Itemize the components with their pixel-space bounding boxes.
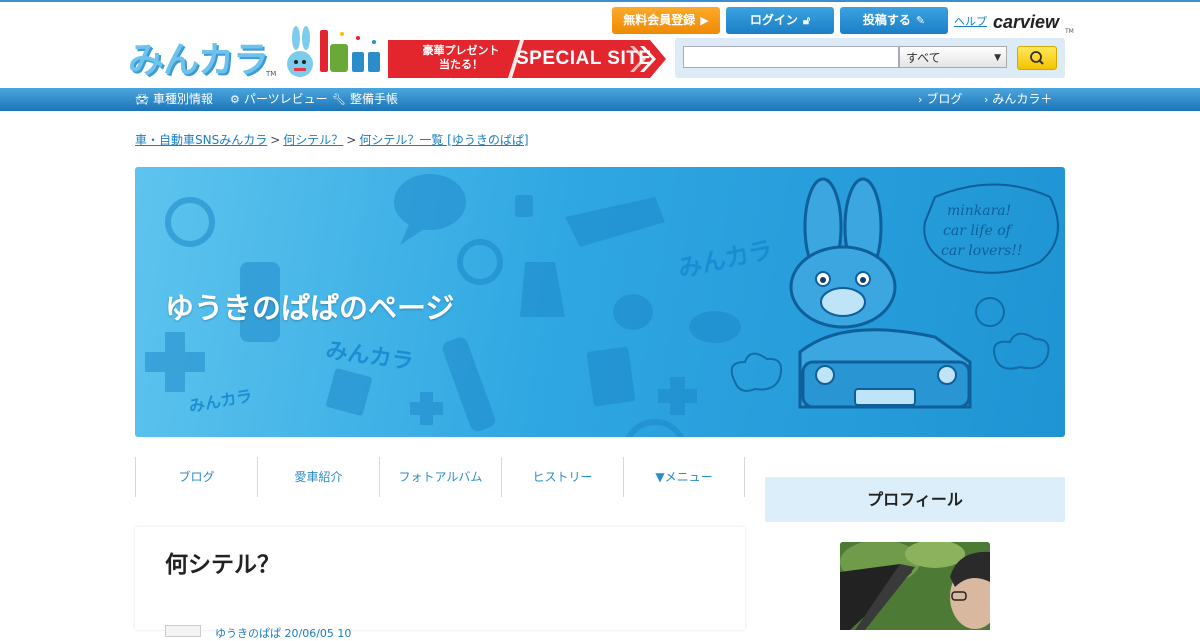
login-button[interactable]: ログイン 🔓︎ [726, 7, 834, 34]
nav-minkara-plus[interactable]: › みんカラ＋ [984, 88, 1052, 111]
article-meta[interactable]: ゆうきのぱぱ 20/06/05 10 [215, 625, 351, 641]
carview-logo-text: carview [993, 12, 1060, 32]
login-button-label: ログイン [749, 13, 798, 27]
rabbit-mascot-icon [789, 177, 972, 409]
nav-parts-review[interactable]: ⚙ パーツレビュー [230, 88, 328, 111]
search-panel: すべて ▼ [675, 38, 1065, 78]
wrench-icon: 🔧︎ [332, 93, 346, 106]
hero-stamp-1: みんカラ [675, 236, 775, 283]
chevron-right-icon: › [984, 93, 989, 106]
logo-trademark: TM [266, 70, 277, 78]
search-category-select[interactable]: すべて ▼ [899, 46, 1007, 68]
nav-car-info[interactable]: 🚘︎ 車種別情報 [135, 88, 213, 111]
breadcrumb-home[interactable]: 車・自動車SNSみんカラ [135, 133, 267, 147]
breadcrumb-nanishiteru[interactable]: 何シテル？ [283, 133, 343, 147]
nav-minkara-plus-label: みんカラ＋ [992, 92, 1053, 106]
post-button[interactable]: 投稿する ✎ [840, 7, 948, 34]
nanishiteru-card: 何シテル？ ゆうきのぱぱ 20/06/05 10 [135, 527, 745, 640]
pen-icon: ✎ [915, 14, 926, 27]
car-icon: 🚘︎ [135, 93, 149, 106]
breadcrumb-separator: > [270, 133, 281, 147]
banner-main-text: SPECIAL SITE [516, 48, 652, 69]
speech-line-1: minkara! [947, 203, 1011, 219]
help-link[interactable]: ヘルプ [954, 13, 987, 29]
nav-parts-review-label: パーツレビュー [243, 92, 328, 106]
banner-pre-line1: 豪華プレゼント [422, 44, 500, 57]
carview-trademark: TM [1065, 28, 1074, 35]
carview-logo[interactable]: carview TM [993, 8, 1074, 36]
nav-maintenance[interactable]: 🔧︎ 整備手帳 [332, 88, 398, 111]
speech-line-3: car lovers!! [941, 243, 1023, 259]
post-button-label: 投稿する [862, 13, 911, 27]
search-button[interactable] [1017, 46, 1057, 70]
unlock-icon: 🔓︎ [802, 14, 811, 27]
profile-photo-illustration [840, 542, 990, 630]
register-button-label: 無料会員登録 [623, 13, 696, 27]
tab-photo-album[interactable]: フォトアルバム [379, 457, 501, 497]
gear-icon: ⚙ [230, 93, 240, 106]
play-icon: ▶ [700, 14, 709, 27]
speech-bubble-icon: minkara! car life of car lovers!! [923, 183, 1059, 274]
tab-my-car[interactable]: 愛車紹介 [257, 457, 379, 497]
profile-photo[interactable] [840, 542, 990, 630]
anniversary-label: 15th [1, 3, 3, 4]
tab-blog[interactable]: ブログ [135, 457, 257, 497]
chevron-right-icon: › [918, 93, 923, 106]
search-input[interactable] [683, 46, 899, 68]
tab-history[interactable]: ヒストリー [501, 457, 623, 497]
user-page-hero: みんカラ みんカラ みんカラ minkara! car life of car … [135, 167, 1065, 437]
nav-maintenance-label: 整備手帳 [349, 92, 398, 106]
banner-pre-line2: 当たる！ [439, 58, 483, 71]
register-button[interactable]: 無料会員登録 ▶ [612, 7, 720, 34]
anniversary-mascot-icon[interactable] [282, 24, 388, 80]
special-site-banner[interactable]: 豪華プレゼント 当たる！ SPECIAL SITE [388, 40, 666, 78]
speech-line-2: car life of [943, 223, 1014, 239]
page-title: ゆうきのぱぱのページ [165, 291, 455, 325]
article-title: 何シテル？ [165, 552, 280, 578]
logo-text: みんカラ [128, 40, 269, 81]
tab-menu[interactable]: ▼メニュー [623, 457, 745, 497]
search-category-value: すべて [906, 51, 941, 65]
nav-car-info-label: 車種別情報 [152, 92, 213, 106]
magnifier-icon [1030, 51, 1044, 65]
breadcrumb-current[interactable]: 何シテル？一覧 [ゆうきのぱぱ] [359, 133, 528, 147]
avatar-thumbnail[interactable] [165, 625, 201, 637]
chevron-down-icon: ▼ [994, 53, 1001, 63]
global-nav: 🚘︎ 車種別情報 ⚙ パーツレビュー 🔧︎ 整備手帳 › ブログ › みんカラ＋ [0, 88, 1200, 111]
breadcrumb-separator: > [346, 133, 357, 147]
hero-stamp-3: みんカラ [187, 386, 253, 416]
user-tabs: ブログ 愛車紹介 フォトアルバム ヒストリー ▼メニュー [135, 457, 745, 497]
minkara-logo[interactable]: みんカラ TM [128, 40, 276, 82]
breadcrumb: 車・自動車SNSみんカラ > 何シテル？ > 何シテル？一覧 [ゆうきのぱぱ] [135, 131, 529, 148]
banner-pre-text: 豪華プレゼント 当たる！ [416, 44, 506, 72]
profile-heading: プロフィール [765, 477, 1065, 522]
site-header: みんカラ TM 15th 豪華プレゼント 当たる！ SPECIAL SITE 無… [0, 2, 1200, 88]
nav-blog-label: ブログ [926, 92, 963, 106]
nav-blog[interactable]: › ブログ [918, 88, 962, 111]
